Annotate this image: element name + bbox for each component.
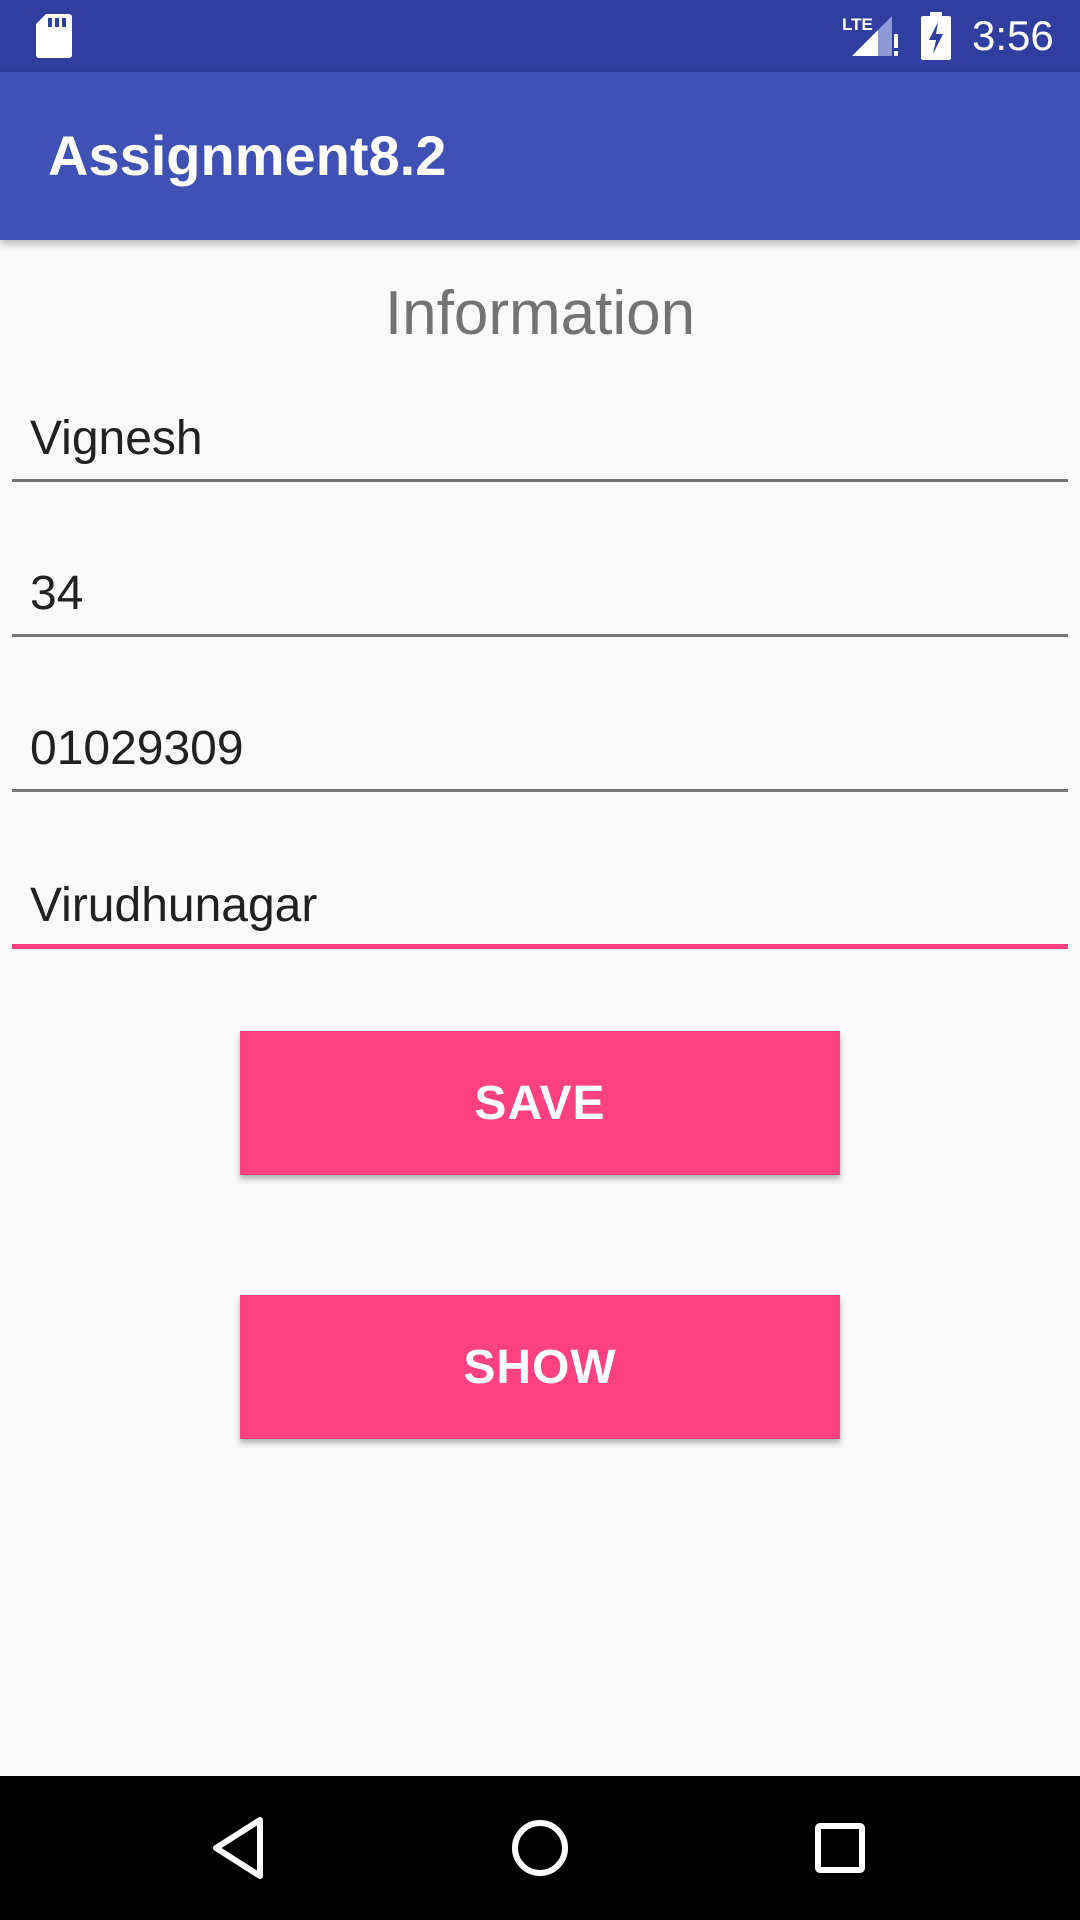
app-title: Assignment8.2 bbox=[48, 124, 447, 187]
recents-icon[interactable] bbox=[804, 1812, 876, 1884]
network-label: LTE bbox=[842, 15, 873, 34]
age-field-underline bbox=[12, 634, 1068, 637]
city-field-underline bbox=[12, 944, 1068, 949]
information-heading: Information bbox=[384, 279, 696, 348]
sd-card-icon bbox=[36, 14, 72, 58]
status-bar: LTE 3:56 bbox=[0, 0, 1080, 72]
lte-signal-icon: LTE bbox=[842, 15, 898, 56]
age-field[interactable]: 34 bbox=[12, 557, 1068, 637]
back-icon[interactable] bbox=[204, 1812, 276, 1884]
show-button[interactable]: SHOW bbox=[240, 1295, 840, 1439]
phone-field-underline bbox=[12, 789, 1068, 792]
name-field-value: Vignesh bbox=[30, 412, 203, 465]
screen: LTE 3:56 Assignment8.2 Information Vigne… bbox=[0, 0, 1080, 1920]
phone-field[interactable]: 01029309 bbox=[12, 712, 1068, 792]
phone-field-value: 01029309 bbox=[30, 722, 244, 775]
name-field[interactable]: Vignesh bbox=[12, 402, 1068, 482]
battery-charging-icon bbox=[921, 12, 951, 60]
navigation-bar bbox=[0, 1776, 1080, 1920]
clock: 3:56 bbox=[972, 12, 1054, 59]
name-field-underline bbox=[12, 479, 1068, 482]
city-field[interactable]: Virudhunagar bbox=[12, 869, 1068, 949]
save-button[interactable]: SAVE bbox=[240, 1031, 840, 1175]
app-bar: Assignment8.2 bbox=[0, 72, 1080, 240]
home-icon[interactable] bbox=[504, 1812, 576, 1884]
age-field-value: 34 bbox=[30, 567, 84, 620]
city-field-value: Virudhunagar bbox=[30, 879, 318, 932]
